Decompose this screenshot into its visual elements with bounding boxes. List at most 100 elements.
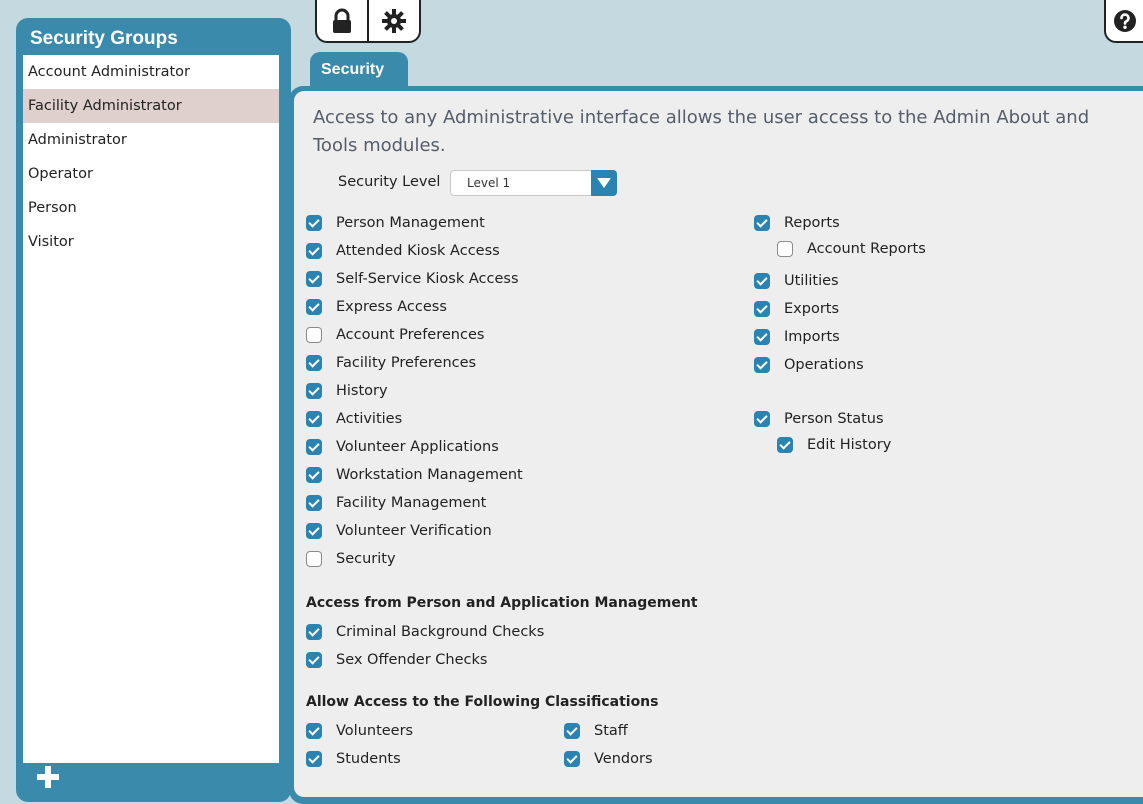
checkbox-label: Person Status xyxy=(784,411,884,427)
checkbox-label: Volunteer Applications xyxy=(336,439,499,455)
checkbox-box[interactable] xyxy=(564,751,580,767)
security-groups-list: Account Administrator Facility Administr… xyxy=(23,55,279,763)
checkbox-express-access[interactable]: Express Access xyxy=(306,296,447,318)
checkbox-box[interactable] xyxy=(306,215,322,231)
checkbox-label: Security xyxy=(336,551,396,567)
checkbox-box[interactable] xyxy=(306,243,322,259)
checkbox-volunteer-applications[interactable]: Volunteer Applications xyxy=(306,436,499,458)
group-item-operator[interactable]: Operator xyxy=(23,157,279,191)
checkbox-box[interactable] xyxy=(777,241,793,257)
checkbox-label: Attended Kiosk Access xyxy=(336,243,500,259)
checkbox-account-reports[interactable]: Account Reports xyxy=(777,238,926,260)
group-item-person[interactable]: Person xyxy=(23,191,279,225)
add-group-button[interactable] xyxy=(37,766,59,788)
checkbox-box[interactable] xyxy=(306,495,322,511)
checkbox-box[interactable] xyxy=(306,411,322,427)
checkbox-label: Volunteer Verification xyxy=(336,523,492,539)
checkbox-box[interactable] xyxy=(306,467,322,483)
checkbox-label: Person Management xyxy=(336,215,485,231)
checkbox-account-preferences[interactable]: Account Preferences xyxy=(306,324,484,346)
checkbox-label: Facility Management xyxy=(336,495,487,511)
help-button[interactable] xyxy=(1104,0,1143,43)
checkbox-facility-preferences[interactable]: Facility Preferences xyxy=(306,352,476,374)
checkbox-box[interactable] xyxy=(754,215,770,231)
checkbox-utilities[interactable]: Utilities xyxy=(754,270,839,292)
security-level-value: Level 1 xyxy=(467,176,511,190)
checkbox-box[interactable] xyxy=(754,329,770,345)
checkbox-volunteer-verification[interactable]: Volunteer Verification xyxy=(306,520,492,542)
checkbox-box[interactable] xyxy=(564,723,580,739)
checkbox-box[interactable] xyxy=(754,273,770,289)
checkbox-box[interactable] xyxy=(306,624,322,640)
checkbox-box[interactable] xyxy=(306,327,322,343)
checkbox-person-management[interactable]: Person Management xyxy=(306,212,485,234)
checkbox-box[interactable] xyxy=(306,383,322,399)
checkbox-self-service-kiosk-access[interactable]: Self-Service Kiosk Access xyxy=(306,268,519,290)
security-level-label: Security Level xyxy=(338,174,441,190)
checkbox-box[interactable] xyxy=(754,411,770,427)
person-app-heading: Access from Person and Application Manag… xyxy=(306,595,698,611)
checkbox-label: Volunteers xyxy=(336,723,414,739)
checkbox-box[interactable] xyxy=(754,357,770,373)
checkbox-label: Imports xyxy=(784,329,840,345)
checkbox-label: Facility Preferences xyxy=(336,355,477,371)
checkbox-staff[interactable]: Staff xyxy=(564,720,628,742)
tab-security[interactable]: Security xyxy=(310,52,408,88)
security-groups-panel: Security Groups Account Administrator Fa… xyxy=(16,18,291,802)
checkbox-imports[interactable]: Imports xyxy=(754,326,840,348)
checkbox-label: Vendors xyxy=(594,751,653,767)
group-item-administrator[interactable]: Administrator xyxy=(23,123,279,157)
checkbox-facility-management[interactable]: Facility Management xyxy=(306,492,486,514)
checkbox-sex-offender-checks[interactable]: Sex Offender Checks xyxy=(306,649,487,671)
checkbox-operations[interactable]: Operations xyxy=(754,354,864,376)
checkbox-workstation-management[interactable]: Workstation Management xyxy=(306,464,523,486)
checkbox-students[interactable]: Students xyxy=(306,748,401,770)
checkbox-label: Self-Service Kiosk Access xyxy=(336,271,519,287)
security-level-select[interactable]: Level 1 xyxy=(450,170,617,196)
checkbox-vendors[interactable]: Vendors xyxy=(564,748,653,770)
checkbox-box[interactable] xyxy=(754,301,770,317)
checkbox-box[interactable] xyxy=(306,652,322,668)
checkbox-criminal-background-checks[interactable]: Criminal Background Checks xyxy=(306,621,544,643)
group-item-account-administrator[interactable]: Account Administrator xyxy=(23,55,279,89)
settings-button[interactable] xyxy=(367,0,419,41)
lock-icon xyxy=(333,8,351,33)
checkbox-label: Exports xyxy=(784,301,840,317)
gear-icon xyxy=(382,8,406,33)
checkbox-label: Workstation Management xyxy=(336,467,523,483)
checkbox-label: Edit History xyxy=(807,437,892,453)
checkbox-volunteers[interactable]: Volunteers xyxy=(306,720,413,742)
checkbox-label: Express Access xyxy=(336,299,447,315)
checkbox-label: Sex Offender Checks xyxy=(336,652,488,668)
checkbox-label: History xyxy=(336,383,388,399)
checkbox-activities[interactable]: Activities xyxy=(306,408,402,430)
checkbox-box[interactable] xyxy=(306,523,322,539)
checkbox-box[interactable] xyxy=(306,355,322,371)
checkbox-box[interactable] xyxy=(306,439,322,455)
chevron-down-icon[interactable] xyxy=(591,170,617,196)
checkbox-label: Account Preferences xyxy=(336,327,485,343)
checkbox-label: Criminal Background Checks xyxy=(336,624,545,640)
group-item-visitor[interactable]: Visitor xyxy=(23,225,279,259)
checkbox-box[interactable] xyxy=(306,723,322,739)
checkbox-edit-history[interactable]: Edit History xyxy=(777,434,891,456)
checkbox-box[interactable] xyxy=(306,299,322,315)
checkbox-box[interactable] xyxy=(306,551,322,567)
checkbox-label: Staff xyxy=(594,723,628,739)
checkbox-security[interactable]: Security xyxy=(306,548,396,570)
checkbox-label: Operations xyxy=(784,357,864,373)
checkbox-box[interactable] xyxy=(306,271,322,287)
checkbox-label: Utilities xyxy=(784,273,839,289)
checkbox-box[interactable] xyxy=(306,751,322,767)
security-description: Access to any Administrative interface a… xyxy=(313,107,1090,156)
checkbox-reports[interactable]: Reports xyxy=(754,212,840,234)
toolbar xyxy=(315,0,421,43)
checkbox-attended-kiosk-access[interactable]: Attended Kiosk Access xyxy=(306,240,500,262)
group-item-facility-administrator[interactable]: Facility Administrator xyxy=(23,89,279,123)
checkbox-exports[interactable]: Exports xyxy=(754,298,839,320)
checkbox-person-status[interactable]: Person Status xyxy=(754,408,884,430)
checkbox-box[interactable] xyxy=(777,437,793,453)
checkbox-history[interactable]: History xyxy=(306,380,388,402)
checkbox-label: Account Reports xyxy=(807,241,926,257)
lock-button[interactable] xyxy=(317,0,367,41)
